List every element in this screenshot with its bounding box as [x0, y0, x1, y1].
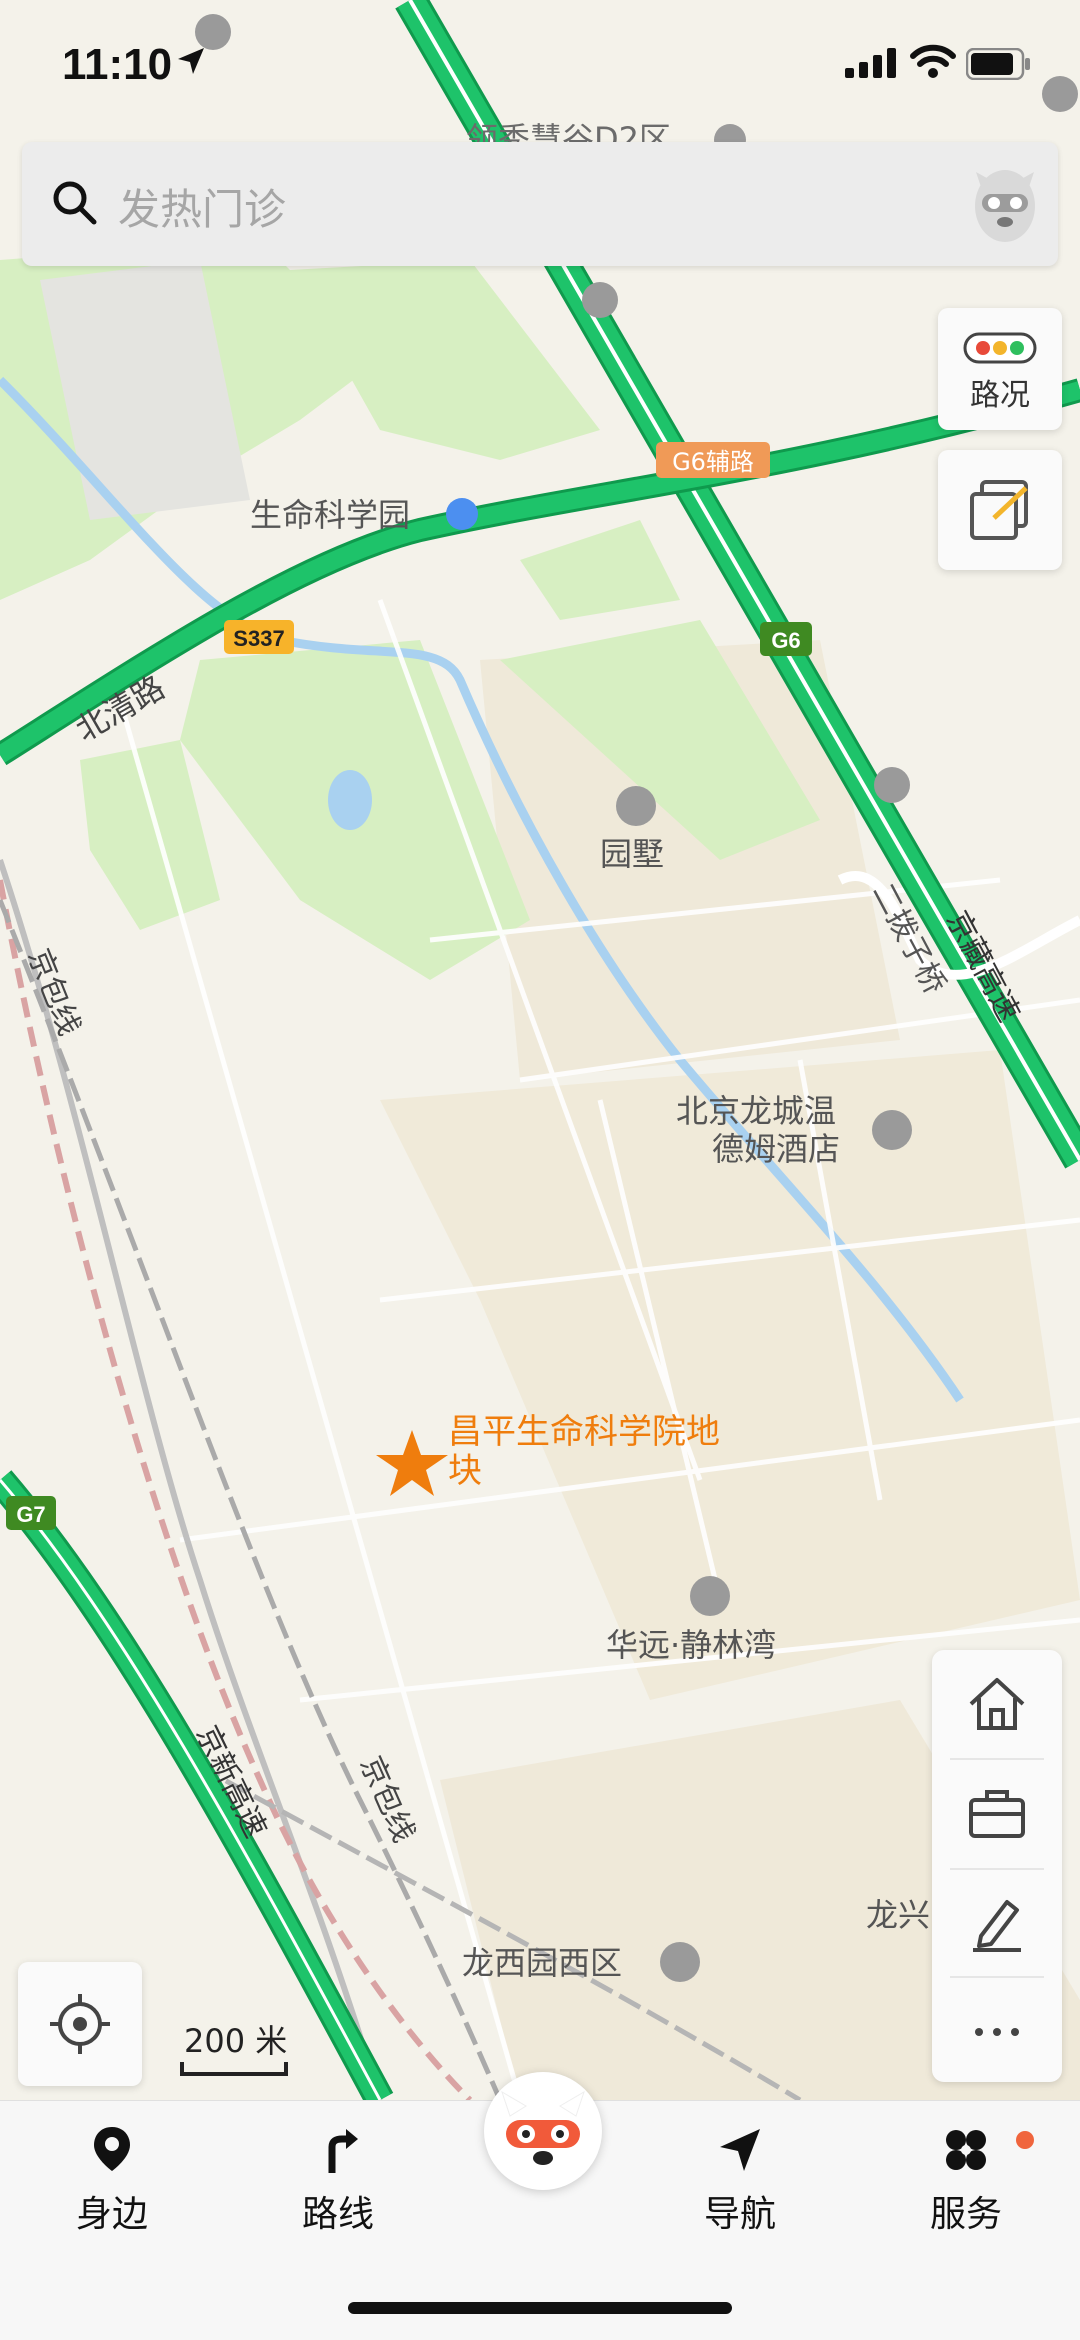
svg-text:G6: G6 — [771, 628, 800, 653]
label-yuanshu[interactable]: 园墅 — [600, 835, 664, 873]
work-button[interactable] — [932, 1760, 1062, 1868]
battery-icon — [966, 48, 1030, 80]
svg-text:S337: S337 — [233, 626, 284, 651]
label-star-poi-line1[interactable]: 昌平生命科学院地 — [448, 1412, 720, 1452]
label-star-poi-line2[interactable]: 块 — [448, 1451, 482, 1491]
cellular-signal-icon — [845, 48, 896, 78]
bus-station-icon — [582, 282, 618, 318]
transit-icon — [446, 498, 478, 530]
assistant-mascot-icon — [501, 2090, 585, 2174]
route-turn-icon — [328, 2129, 358, 2173]
assistant-avatar-icon[interactable] — [972, 164, 1038, 244]
svg-text:G6辅路: G6辅路 — [672, 448, 754, 476]
status-bar: 11:10 — [0, 0, 1080, 130]
tab-nearby[interactable]: 身边 — [32, 2125, 192, 2237]
label-huayuan[interactable]: 华远·静林湾 — [606, 1626, 776, 1664]
shield-g6-aux: G6辅路 — [656, 442, 770, 478]
home-icon — [969, 1678, 1025, 1730]
assistant-button[interactable] — [484, 2072, 602, 2190]
more-button[interactable] — [932, 1978, 1062, 2086]
navigation-arrow-icon — [720, 2129, 760, 2171]
shield-g7: G7 — [6, 1496, 56, 1530]
locate-me-button[interactable] — [18, 1962, 142, 2086]
tab-route-label: 路线 — [301, 2194, 374, 2235]
pencil-icon — [973, 1900, 1021, 1952]
label-hotel-line2[interactable]: 德姆酒店 — [712, 1130, 840, 1168]
label-hotel-line1[interactable]: 北京龙城温 — [676, 1092, 836, 1130]
search-bar[interactable]: 发热门诊 — [22, 142, 1058, 266]
label-longxing[interactable]: 龙兴 — [866, 1896, 930, 1934]
tab-navigate-label: 导航 — [703, 2194, 776, 2235]
tab-services-label: 服务 — [929, 2194, 1002, 2235]
traffic-label: 路况 — [970, 378, 1030, 413]
traffic-light-icon — [963, 332, 1037, 364]
scale-text: 200 米 — [184, 2022, 288, 2060]
quick-tools-panel — [932, 1650, 1062, 2082]
label-longxi[interactable]: 龙西园西区 — [462, 1944, 622, 1982]
tab-route[interactable]: 路线 — [258, 2125, 418, 2237]
edit-button[interactable] — [932, 1870, 1062, 1978]
notification-dot — [1016, 2131, 1034, 2149]
wifi-icon — [910, 44, 956, 78]
svg-text:G7: G7 — [16, 1502, 45, 1527]
hotel-icon — [872, 1110, 912, 1150]
pond — [328, 770, 372, 830]
residence-icon — [690, 1576, 730, 1616]
shield-s337: S337 — [224, 620, 294, 654]
search-placeholder[interactable]: 发热门诊 — [118, 176, 286, 237]
location-arrow-icon — [178, 48, 204, 74]
shield-g6: G6 — [760, 622, 812, 656]
crosshair-icon — [50, 1994, 110, 2054]
layers-icon — [970, 480, 1028, 540]
scale-bar — [180, 2062, 288, 2076]
tab-navigate[interactable]: 导航 — [660, 2125, 820, 2237]
home-button[interactable] — [932, 1650, 1062, 1758]
label-life-science-park[interactable]: 生命科学园 — [250, 496, 410, 534]
status-time: 11:10 — [62, 40, 173, 89]
residence-icon — [616, 786, 656, 826]
map-layers-button[interactable] — [938, 450, 1062, 570]
more-dots-icon — [975, 2028, 1019, 2036]
briefcase-icon — [969, 1790, 1025, 1838]
map-canvas[interactable]: S337 G6 G6辅路 G7 领秀慧谷D2区 生命科学园 园墅 北京龙城温 德… — [0, 0, 1080, 2100]
home-indicator — [348, 2302, 732, 2314]
location-pin-icon — [94, 2127, 130, 2171]
services-clover-icon — [946, 2130, 986, 2170]
bus-station-icon — [874, 767, 910, 803]
search-icon — [53, 181, 97, 225]
tab-nearby-label: 身边 — [75, 2194, 148, 2235]
residence-icon — [660, 1942, 700, 1982]
traffic-button[interactable]: 路况 — [938, 308, 1062, 430]
